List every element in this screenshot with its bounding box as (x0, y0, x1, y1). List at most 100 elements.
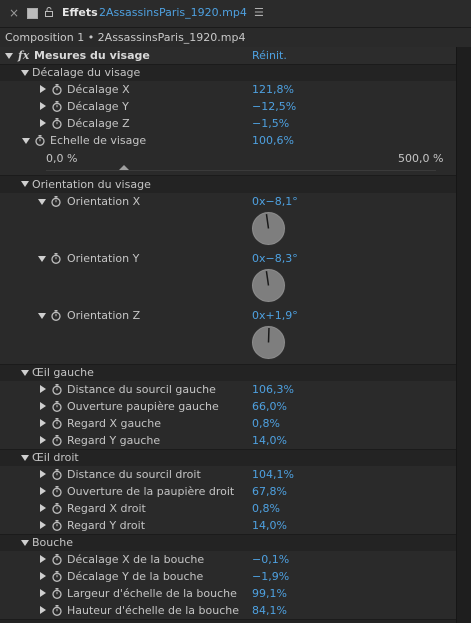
property-value[interactable]: 0x−8,3° (252, 252, 298, 265)
disclosure-triangle-icon[interactable] (40, 606, 46, 614)
group-bouche[interactable]: Bouche (0, 534, 456, 552)
property-value[interactable]: 99,1% (252, 587, 287, 600)
property-value[interactable]: 121,8% (252, 83, 294, 96)
property-row-orientation-y[interactable]: Orientation Y 0x−8,3° (0, 250, 456, 308)
stopwatch-icon[interactable] (52, 101, 62, 112)
stopwatch-icon[interactable] (52, 486, 62, 497)
property-row[interactable]: Décalage X 121,8% (0, 81, 456, 99)
property-row[interactable]: Décalage Z −1,5% (0, 115, 456, 133)
property-row[interactable]: Regard X gauche 0,8% (0, 415, 456, 433)
stopwatch-icon[interactable] (52, 469, 62, 480)
disclosure-triangle-icon[interactable] (21, 370, 29, 376)
property-row[interactable]: Distance du sourcil droit 104,1% (0, 466, 456, 484)
property-row[interactable]: Ouverture paupière gauche 66,0% (0, 398, 456, 416)
panel-menu-icon[interactable]: ☰ (254, 6, 264, 19)
stopwatch-icon[interactable] (52, 588, 62, 599)
angle-dial[interactable] (251, 211, 286, 246)
stopwatch-icon[interactable] (52, 384, 62, 395)
property-value[interactable]: 14,0% (252, 434, 287, 447)
property-row[interactable]: Décalage X de la bouche −0,1% (0, 551, 456, 569)
property-value[interactable]: −12,5% (252, 100, 296, 113)
disclosure-triangle-icon[interactable] (38, 256, 46, 262)
disclosure-triangle-icon[interactable] (40, 504, 46, 512)
property-row[interactable]: Regard Y gauche 14,0% (0, 432, 456, 450)
property-value[interactable]: −1,5% (252, 117, 289, 130)
panel-file-name[interactable]: 2AssassinsParis_1920.mp4 (99, 6, 247, 19)
disclosure-triangle-icon[interactable] (40, 555, 46, 563)
disclosure-triangle-icon[interactable] (40, 419, 46, 427)
disclosure-triangle-icon[interactable] (40, 85, 46, 93)
property-value[interactable]: 0,8% (252, 417, 280, 430)
stopwatch-icon[interactable] (52, 118, 62, 129)
group-oeil-droit[interactable]: Œil droit (0, 449, 456, 467)
stopwatch-icon[interactable] (52, 503, 62, 514)
disclosure-triangle-icon[interactable] (22, 138, 30, 144)
group-decalage-visage[interactable]: Décalage du visage (0, 64, 456, 82)
group-oeil-gauche[interactable]: Œil gauche (0, 364, 456, 382)
property-row[interactable]: Décalage Y de la bouche −1,9% (0, 568, 456, 586)
disclosure-triangle-icon[interactable] (40, 521, 46, 529)
property-value[interactable]: 14,0% (252, 519, 287, 532)
property-value[interactable]: −0,1% (252, 553, 289, 566)
stopwatch-icon[interactable] (51, 253, 61, 264)
disclosure-triangle-icon[interactable] (40, 589, 46, 597)
disclosure-triangle-icon[interactable] (40, 119, 46, 127)
effect-header-row[interactable]: fx Mesures du visage Réinit. (0, 47, 456, 65)
stopwatch-icon[interactable] (35, 135, 45, 146)
property-row[interactable]: Regard X droit 0,8% (0, 500, 456, 518)
disclosure-triangle-icon[interactable] (40, 385, 46, 393)
fx-icon[interactable]: fx (18, 49, 29, 62)
stopwatch-icon[interactable] (52, 84, 62, 95)
property-row[interactable]: Distance du sourcil gauche 106,3% (0, 381, 456, 399)
disclosure-triangle-icon[interactable] (21, 70, 29, 76)
property-value[interactable]: 0x−8,1° (252, 195, 298, 208)
property-value[interactable]: −1,9% (252, 570, 289, 583)
property-row[interactable]: Décalage Y −12,5% (0, 98, 456, 116)
slider-track[interactable] (46, 170, 436, 171)
angle-dial[interactable] (251, 325, 286, 360)
stopwatch-icon[interactable] (52, 520, 62, 531)
stopwatch-icon[interactable] (52, 571, 62, 582)
close-icon[interactable]: × (9, 6, 19, 20)
disclosure-triangle-icon[interactable] (40, 436, 46, 444)
disclosure-triangle-icon[interactable] (21, 455, 29, 461)
property-row[interactable]: Ouverture de la paupière droit 67,8% (0, 483, 456, 501)
slider-handle[interactable] (119, 165, 130, 170)
stopwatch-icon[interactable] (52, 554, 62, 565)
disclosure-triangle-icon[interactable] (38, 313, 46, 319)
property-row[interactable]: Hauteur d'échelle de la bouche 84,1% (0, 602, 456, 620)
disclosure-triangle-icon[interactable] (21, 181, 29, 187)
property-row[interactable]: Largeur d'échelle de la bouche 99,1% (0, 585, 456, 603)
angle-dial[interactable] (251, 268, 286, 303)
stopwatch-icon[interactable] (51, 196, 61, 207)
disclosure-triangle-icon[interactable] (38, 199, 46, 205)
lock-icon[interactable] (45, 7, 53, 17)
property-value[interactable]: 66,0% (252, 400, 287, 413)
stopwatch-icon[interactable] (51, 310, 61, 321)
property-value[interactable]: 0x+1,9° (252, 309, 298, 322)
disclosure-triangle-icon[interactable] (40, 402, 46, 410)
reset-link[interactable]: Réinit. (252, 49, 287, 62)
disclosure-triangle-icon[interactable] (40, 102, 46, 110)
property-row[interactable]: Regard Y droit 14,0% (0, 517, 456, 535)
property-value[interactable]: 0,8% (252, 502, 280, 515)
property-value[interactable]: 84,1% (252, 604, 287, 617)
panel-square-icon[interactable] (27, 8, 38, 19)
property-value[interactable]: 67,8% (252, 485, 287, 498)
property-value[interactable]: 106,3% (252, 383, 294, 396)
property-value[interactable]: 104,1% (252, 468, 294, 481)
property-row-orientation-x[interactable]: Orientation X 0x−8,1° (0, 193, 456, 251)
group-orientation-visage[interactable]: Orientation du visage (0, 175, 456, 194)
disclosure-triangle-icon[interactable] (5, 53, 13, 59)
stopwatch-icon[interactable] (52, 418, 62, 429)
stopwatch-icon[interactable] (52, 401, 62, 412)
property-row-echelle[interactable]: Echelle de visage 100,6% 0,0 % 500,0 % (0, 132, 456, 176)
disclosure-triangle-icon[interactable] (40, 572, 46, 580)
disclosure-triangle-icon[interactable] (40, 487, 46, 495)
property-row-orientation-z[interactable]: Orientation Z 0x+1,9° (0, 307, 456, 365)
stopwatch-icon[interactable] (52, 605, 62, 616)
disclosure-triangle-icon[interactable] (21, 540, 29, 546)
scrollbar[interactable] (456, 47, 471, 623)
disclosure-triangle-icon[interactable] (40, 470, 46, 478)
property-value[interactable]: 100,6% (252, 134, 294, 147)
